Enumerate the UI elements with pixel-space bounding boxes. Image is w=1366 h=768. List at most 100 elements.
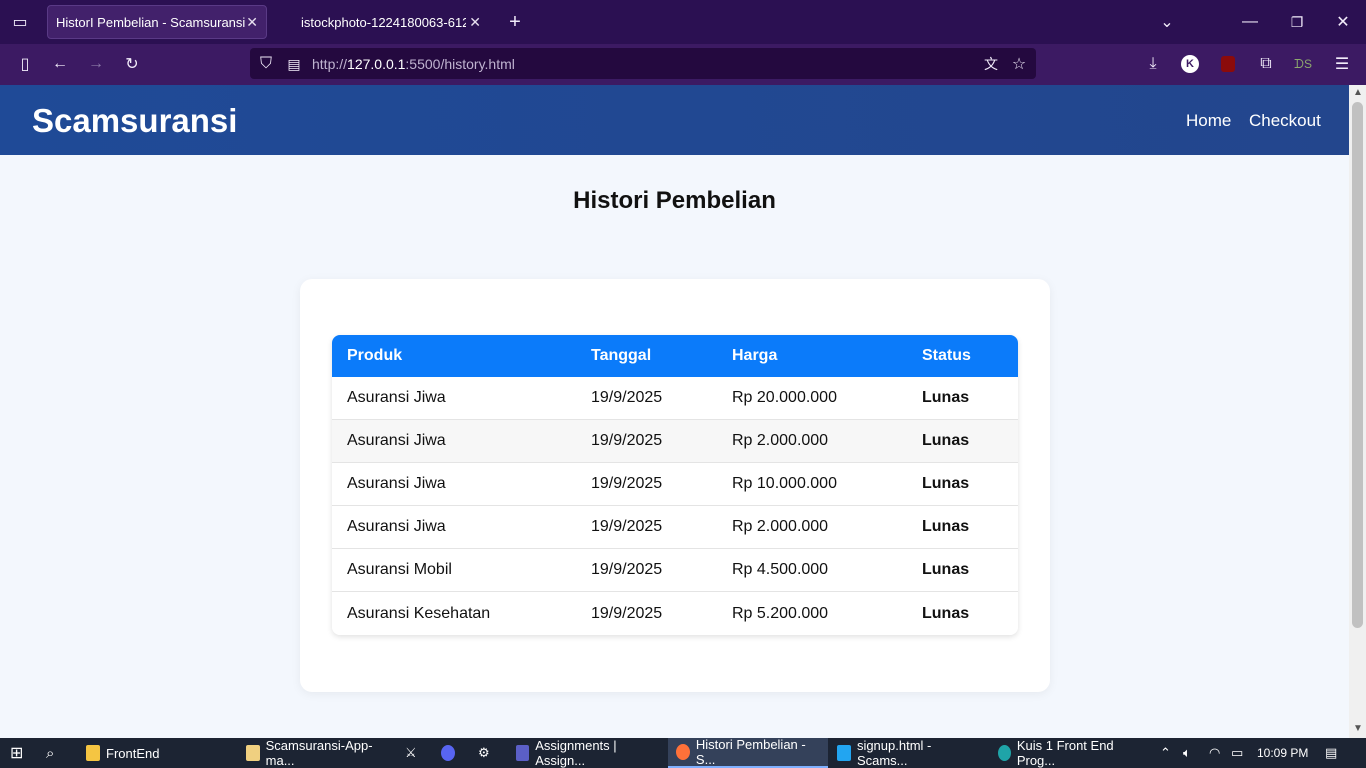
translate-icon[interactable]: 文 [979,52,1003,76]
notifications-icon[interactable]: ▤ [1325,738,1337,768]
cell-harga: Rp 10.000.000 [732,475,837,492]
table-row: Asuransi Jiwa 19/9/2025 Rp 10.000.000 Lu… [332,463,1018,506]
page-title: Histori Pembelian [573,187,776,214]
edge-icon [998,745,1011,761]
close-icon[interactable]: ✕ [469,14,481,31]
forward-icon[interactable]: → [84,52,108,76]
tab-title: HistorI Pembelian - Scamsuransi [56,14,246,30]
cell-harga: Rp 4.500.000 [732,561,829,578]
download-icon[interactable]: ⤓ [1141,52,1165,76]
back-icon[interactable]: ← [48,52,72,76]
site-brand[interactable]: Scamsuransi [32,102,237,140]
cell-harga: Rp 2.000.000 [732,432,829,449]
vscode-icon [837,745,851,761]
page-viewport: Scamsuransi Home Checkout Histori Pembel… [0,85,1349,738]
archive-icon [246,745,260,761]
wifi-icon[interactable]: ◠ [1209,738,1220,768]
table-row: Asuransi Jiwa 19/9/2025 Rp 2.000.000 Lun… [332,506,1018,549]
taskbar-item-kuis[interactable]: Kuis 1 Front End Prog... [994,738,1144,768]
battery-icon[interactable]: ▭ [1231,738,1243,768]
taskbar-item-histori[interactable]: Histori Pembelian - S... [668,737,828,768]
taskbar-item-frontend[interactable]: FrontEnd [80,738,230,768]
table-row: Asuransi Kesehatan 19/9/2025 Rp 5.200.00… [332,592,1018,635]
cell-produk: Asuransi Mobil [347,561,452,578]
address-bar[interactable]: ⛉ ▤ http://127.0.0.1:5500/history.html 文… [250,48,1036,79]
history-card: Produk Tanggal Harga Status Asuransi Jiw… [300,279,1050,692]
minimize-icon[interactable]: — [1238,10,1262,34]
header-status: Status [922,347,971,364]
taskbar-label: Assignments | Assign... [535,738,617,768]
header-produk: Produk [347,347,403,364]
restore-icon[interactable]: ❐ [1285,10,1309,34]
cell-tanggal: 19/9/2025 [591,432,663,449]
teams-icon [516,745,530,761]
star-icon[interactable]: ☆ [1007,52,1031,76]
search-icon[interactable]: ⌕ [46,738,54,768]
taskbar-label: FrontEnd [106,745,160,761]
chevron-up-icon[interactable]: ⌃ [1160,738,1171,768]
steam-icon[interactable]: ⚙ [478,738,490,768]
taskbar-label: Histori Pembelian - S... [695,737,806,767]
cell-status: Lunas [922,604,970,622]
tab-list-icon[interactable]: ▭ [8,10,32,34]
firefox-icon [676,744,690,760]
cell-tanggal: 19/9/2025 [591,518,663,535]
url-path: :5500/history.html [405,56,515,72]
cell-produk: Asuransi Kesehatan [347,604,491,622]
new-tab-button[interactable]: + [503,10,527,34]
taskbar-item-assignments[interactable]: Assignments | Assign... [510,738,662,768]
window-close-icon[interactable]: ✕ [1331,10,1355,34]
table-row: Asuransi Jiwa 19/9/2025 Rp 2.000.000 Lun… [332,420,1018,463]
header-harga: Harga [732,347,778,364]
reload-icon[interactable]: ↻ [120,52,144,76]
chevron-down-icon[interactable]: ⌄ [1155,10,1179,34]
taskbar-app-icon[interactable]: ⚔ [405,738,417,768]
cell-produk: Asuransi Jiwa [347,475,446,492]
table-header-row: Produk Tanggal Harga Status [332,335,1018,377]
url-prefix: http:// [312,56,348,72]
cell-harga: Rp 5.200.000 [732,604,829,622]
shield-icon[interactable]: ⛉ [254,52,278,76]
table-row: Asuransi Mobil 19/9/2025 Rp 4.500.000 Lu… [332,549,1018,592]
header-tanggal: Tanggal [591,347,652,364]
browser-tab-bar: ▭ HistorI Pembelian - Scamsuransi ✕ isto… [0,0,1366,44]
cell-produk: Asuransi Jiwa [347,518,446,535]
volume-icon[interactable]: 🔈︎ [1183,738,1191,768]
cell-tanggal: 19/9/2025 [591,389,663,406]
avatar-letter: K [1181,55,1199,73]
cell-tanggal: 19/9/2025 [591,604,663,622]
sidebar-icon[interactable]: ▯ [13,52,37,76]
cell-produk: Asuransi Jiwa [347,389,446,406]
url-host: 127.0.0.1 [347,56,406,72]
cell-produk: Asuransi Jiwa [347,432,446,449]
scroll-down-icon[interactable]: ▼ [1353,723,1363,734]
scroll-up-icon[interactable]: ▲ [1353,87,1363,98]
taskbar-item-scamsuransi-app[interactable]: Scamsuransi-App-ma... [240,738,398,768]
extensions-icon[interactable]: ⧉ [1254,52,1278,76]
cell-tanggal: 19/9/2025 [591,475,663,492]
taskbar-label: signup.html - Scams... [856,738,932,768]
cell-status: Lunas [922,475,970,492]
cell-status: Lunas [922,561,970,578]
menu-icon[interactable]: ☰ [1330,52,1354,76]
tab-title: istockphoto-1224180063-612x6 [301,14,466,30]
page-icon: ▤ [287,55,301,72]
cell-harga: Rp 2.000.000 [732,518,829,535]
nav-home-link[interactable]: Home [1186,111,1231,131]
profile-avatar[interactable]: K [1178,52,1202,76]
ublock-icon[interactable] [1216,52,1240,76]
cell-status: Lunas [922,518,970,535]
nav-checkout-link[interactable]: Checkout [1249,111,1321,131]
clock[interactable]: 10:09 PM [1257,746,1308,760]
scrollbar-thumb[interactable] [1352,102,1363,628]
windows-start-icon[interactable]: ⊞ [10,738,23,768]
tab-istockphoto[interactable]: istockphoto-1224180063-612x6 ✕ [293,5,489,39]
url-text[interactable]: http://127.0.0.1:5500/history.html [312,56,515,72]
history-table: Produk Tanggal Harga Status Asuransi Jiw… [332,335,1018,635]
close-icon[interactable]: ✕ [246,14,258,31]
extension-icon[interactable]: ᗪS [1291,52,1315,76]
tab-history[interactable]: HistorI Pembelian - Scamsuransi ✕ [47,5,267,39]
site-header: Scamsuransi Home Checkout [0,85,1349,155]
taskbar-item-signup[interactable]: signup.html - Scams... [833,738,985,768]
discord-icon[interactable] [441,738,461,768]
